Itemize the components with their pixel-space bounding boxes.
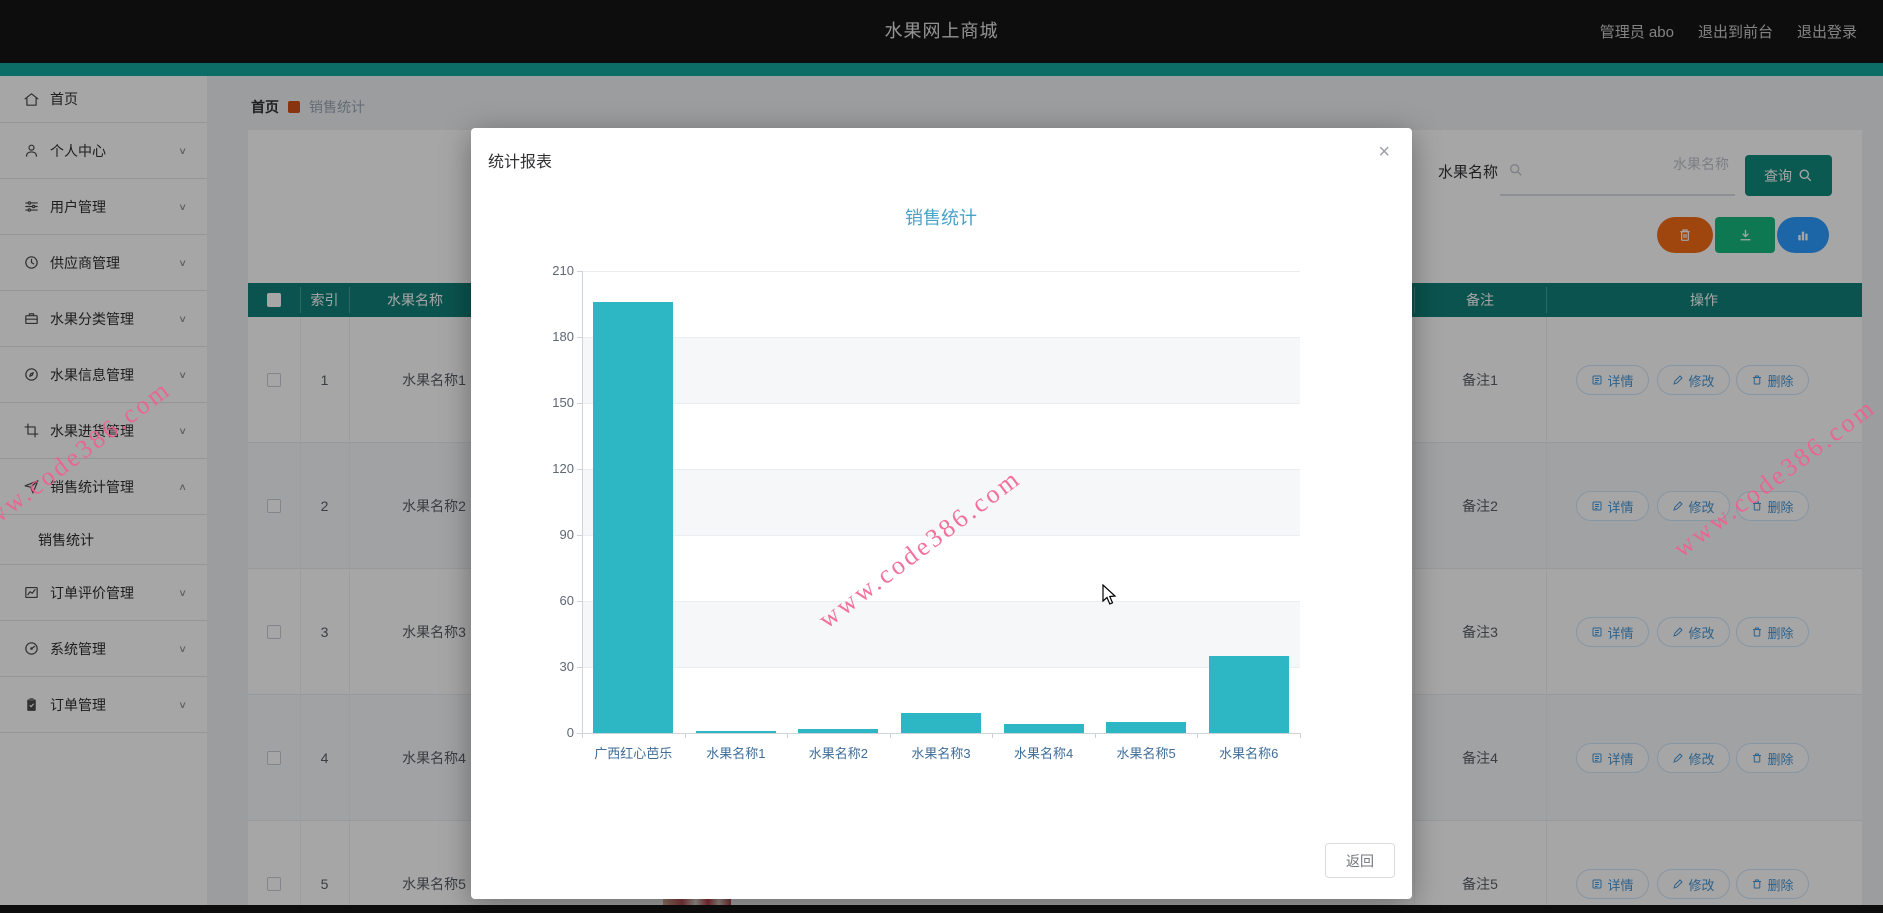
x-axis-tick xyxy=(1094,733,1096,738)
x-axis-label: 水果名称1 xyxy=(706,746,766,761)
back-button[interactable]: 返回 xyxy=(1325,843,1395,878)
chart-split-area xyxy=(583,601,1300,667)
chart-bar[interactable] xyxy=(1208,656,1289,733)
y-axis-tick xyxy=(577,337,582,338)
y-axis-tick xyxy=(577,667,582,668)
x-axis-tick xyxy=(582,733,583,738)
x-axis-label: 水果名称6 xyxy=(1219,746,1279,761)
x-axis-tick xyxy=(1300,733,1301,738)
y-axis-tick xyxy=(577,271,582,272)
chart-gridline xyxy=(583,403,1300,404)
x-axis-line xyxy=(582,733,1300,734)
modal-title: 统计报表 xyxy=(488,154,553,171)
chart-plot: 0 30 60 90 120 150 180 210 广西红心芭乐 水果名称1 水果名称2 水果名称3… xyxy=(552,263,1301,761)
app-root: 水果网上商城 管理员 abo 退出到前台 退出登录 首页 个人中心 ∨ 用户管理… xyxy=(0,0,1883,913)
y-axis-tick xyxy=(577,601,582,602)
x-axis-label: 水果名称2 xyxy=(808,746,869,761)
y-axis-label: 0 xyxy=(566,725,574,740)
x-axis-tick xyxy=(889,733,891,738)
chart-split-area xyxy=(583,337,1300,403)
y-axis-label: 60 xyxy=(559,593,574,608)
x-axis-label: 广西红心芭乐 xyxy=(594,746,673,761)
y-axis-label: 120 xyxy=(552,461,574,476)
chart-split-area xyxy=(583,469,1300,535)
x-axis-label: 水果名称3 xyxy=(911,746,971,761)
y-axis-label: 180 xyxy=(552,329,574,344)
chart-bar[interactable] xyxy=(695,730,776,733)
y-axis-label: 30 xyxy=(559,659,574,674)
x-axis-tick xyxy=(1197,733,1199,738)
chart-gridline xyxy=(583,337,1300,338)
x-axis-label: 水果名称4 xyxy=(1013,746,1074,761)
x-axis-tick xyxy=(787,733,789,738)
x-axis-tick xyxy=(992,733,994,738)
chart-gridline xyxy=(583,601,1300,602)
chart-gridline xyxy=(583,535,1300,536)
chart-title: 销售统计 xyxy=(905,208,977,228)
statistics-modal: 统计报表 × 销售统计 0 30 60 90 120 150 180 210 广西红心芭乐 水果名… xyxy=(471,128,1412,899)
y-axis-tick xyxy=(577,535,582,536)
x-axis-tick xyxy=(684,733,686,738)
chart-bar[interactable] xyxy=(1003,724,1084,733)
chart-bar[interactable] xyxy=(1106,722,1187,733)
chart-gridline xyxy=(583,271,1300,272)
chart-bar[interactable] xyxy=(593,301,674,733)
y-axis-tick xyxy=(577,469,582,470)
close-icon[interactable]: × xyxy=(1378,142,1390,162)
x-axis-label: 水果名称5 xyxy=(1116,746,1176,761)
y-axis-label: 210 xyxy=(552,263,574,278)
y-axis-tick xyxy=(577,403,582,404)
chart-bar[interactable] xyxy=(798,728,879,733)
y-axis-label: 90 xyxy=(559,527,574,542)
chart-gridline xyxy=(583,667,1300,668)
chart-bar[interactable] xyxy=(901,713,981,733)
chart-gridline xyxy=(583,469,1300,470)
y-axis-label: 150 xyxy=(552,395,574,410)
